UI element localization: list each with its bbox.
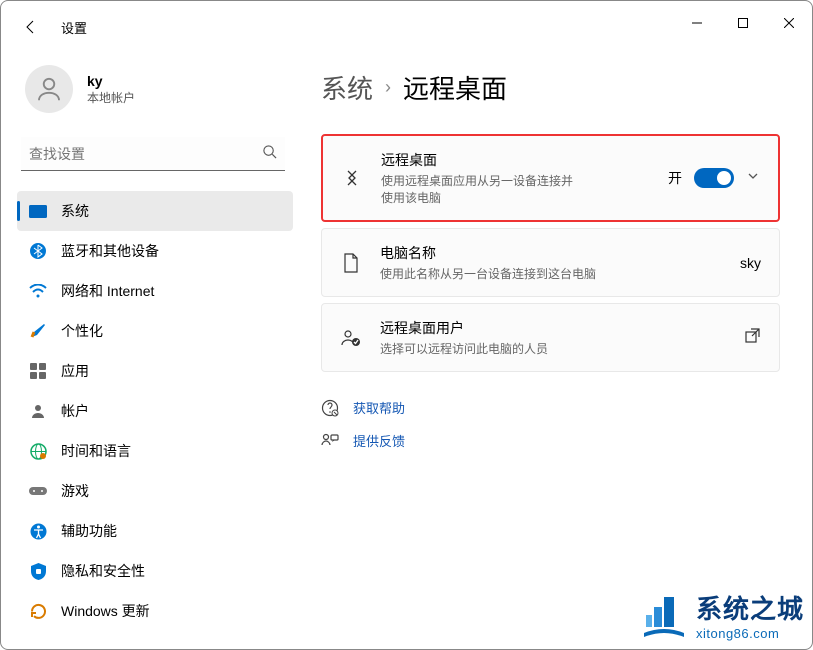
give-feedback-link[interactable]: 提供反馈: [321, 431, 780, 450]
link-text: 提供反馈: [353, 431, 405, 450]
pc-name-value: sky: [740, 255, 761, 271]
help-icon: [321, 399, 339, 417]
user-block[interactable]: ky 本地帐户: [17, 65, 293, 113]
sidebar-item-personalization[interactable]: 个性化: [17, 311, 293, 351]
get-help-link[interactable]: 获取帮助: [321, 398, 780, 417]
sidebar-item-label: 网络和 Internet: [61, 281, 154, 301]
watermark: 系统之城 xitong86.com: [640, 589, 804, 641]
watermark-url: xitong86.com: [696, 626, 804, 641]
link-text: 获取帮助: [353, 398, 405, 417]
account-icon: [29, 402, 47, 420]
user-type: 本地帐户: [87, 89, 135, 106]
chevron-right-icon: ›: [385, 77, 391, 98]
watermark-logo: [640, 591, 688, 639]
card-remote-users[interactable]: 远程桌面用户 选择可以远程访问此电脑的人员: [321, 303, 780, 372]
search-input[interactable]: [21, 137, 285, 171]
system-icon: [29, 202, 47, 220]
accessibility-icon: [29, 522, 47, 540]
card-title: 远程桌面: [381, 150, 650, 170]
sidebar-item-system[interactable]: 系统: [17, 191, 293, 231]
sidebar-item-accessibility[interactable]: 辅助功能: [17, 511, 293, 551]
sidebar-item-gaming[interactable]: 游戏: [17, 471, 293, 511]
apps-icon: [29, 362, 47, 380]
wifi-icon: [29, 282, 47, 300]
card-pc-name[interactable]: 电脑名称 使用此名称从另一台设备连接到这台电脑 sky: [321, 228, 780, 297]
brush-icon: [29, 322, 47, 340]
sidebar-item-label: 蓝牙和其他设备: [61, 241, 159, 261]
sidebar-item-label: 应用: [61, 361, 89, 381]
gamepad-icon: [29, 482, 47, 500]
users-icon: [340, 329, 362, 347]
sidebar-item-label: 个性化: [61, 321, 103, 341]
sidebar-item-accounts[interactable]: 帐户: [17, 391, 293, 431]
search-field[interactable]: [29, 146, 262, 162]
user-name: ky: [87, 73, 135, 89]
card-title: 电脑名称: [380, 243, 722, 263]
update-icon: [29, 602, 47, 620]
sidebar-item-label: Windows 更新: [61, 601, 150, 621]
globe-icon: [29, 442, 47, 460]
sidebar-item-label: 隐私和安全性: [61, 561, 145, 581]
back-button[interactable]: [21, 17, 41, 37]
card-desc: 使用此名称从另一台设备连接到这台电脑: [380, 265, 722, 282]
shield-icon: [29, 562, 47, 580]
sidebar-item-label: 帐户: [61, 401, 89, 421]
sidebar-item-network[interactable]: 网络和 Internet: [17, 271, 293, 311]
sidebar-item-label: 辅助功能: [61, 521, 117, 541]
breadcrumb: 系统 › 远程桌面: [321, 69, 780, 106]
search-icon: [262, 144, 277, 164]
sidebar-item-apps[interactable]: 应用: [17, 351, 293, 391]
card-desc: 选择可以远程访问此电脑的人员: [380, 340, 727, 357]
toggle-state-label: 开: [668, 168, 682, 188]
file-icon: [340, 253, 362, 273]
card-title: 远程桌面用户: [380, 318, 727, 338]
remote-icon: [341, 168, 363, 188]
external-link-icon: [745, 328, 761, 348]
sidebar-item-bluetooth[interactable]: 蓝牙和其他设备: [17, 231, 293, 271]
card-desc: 使用远程桌面应用从另一设备连接并使用该电脑: [381, 172, 581, 206]
sidebar-item-time-language[interactable]: 时间和语言: [17, 431, 293, 471]
maximize-button[interactable]: [720, 7, 766, 39]
watermark-title: 系统之城: [696, 589, 804, 626]
bluetooth-icon: [29, 242, 47, 260]
sidebar-item-label: 游戏: [61, 481, 89, 501]
sidebar-item-privacy[interactable]: 隐私和安全性: [17, 551, 293, 591]
feedback-icon: [321, 433, 339, 449]
avatar: [25, 65, 73, 113]
sidebar-item-windows-update[interactable]: Windows 更新: [17, 591, 293, 631]
card-remote-desktop[interactable]: 远程桌面 使用远程桌面应用从另一设备连接并使用该电脑 开: [321, 134, 780, 222]
remote-desktop-toggle[interactable]: [694, 168, 734, 188]
sidebar-item-label: 系统: [61, 201, 89, 221]
sidebar-item-label: 时间和语言: [61, 441, 131, 461]
close-button[interactable]: [766, 7, 812, 39]
chevron-down-icon[interactable]: [746, 169, 760, 188]
breadcrumb-parent[interactable]: 系统: [321, 69, 373, 106]
minimize-button[interactable]: [674, 7, 720, 39]
app-title: 设置: [61, 18, 87, 37]
breadcrumb-current: 远程桌面: [403, 69, 507, 106]
